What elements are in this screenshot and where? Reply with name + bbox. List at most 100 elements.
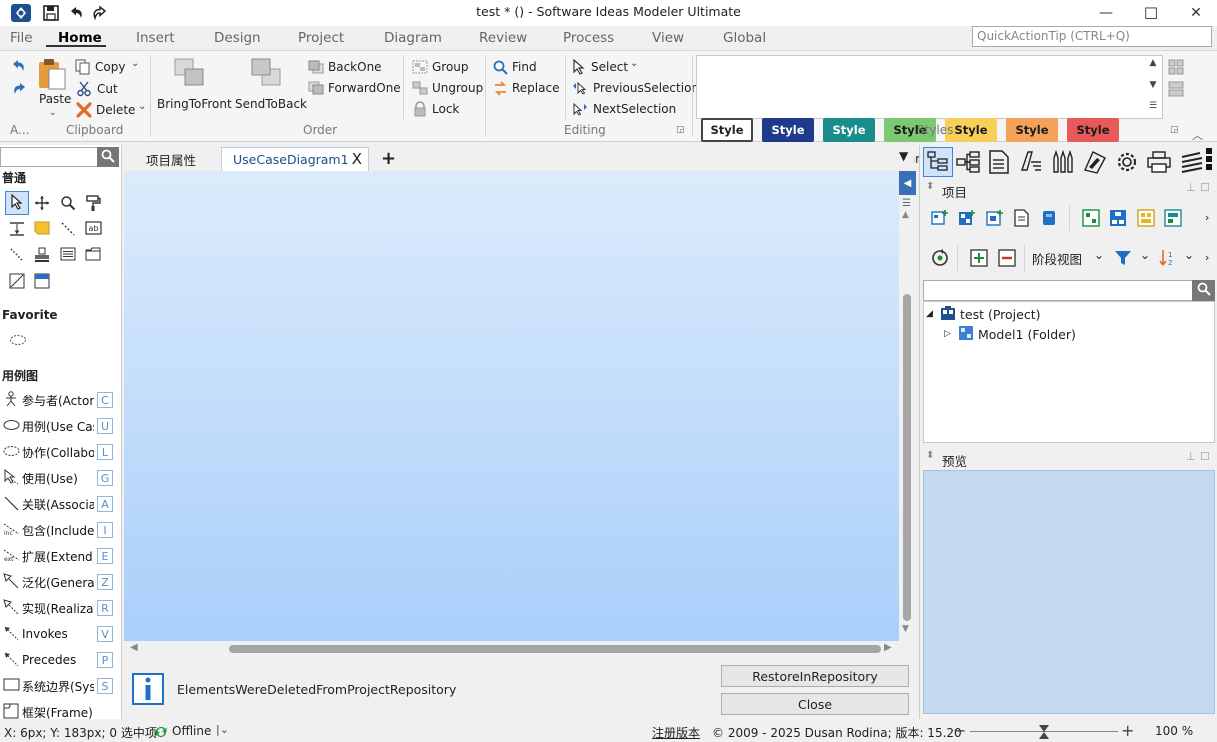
collapse-all-icon[interactable] xyxy=(998,249,1016,270)
note-tool[interactable] xyxy=(34,221,50,238)
menu-project[interactable]: Project xyxy=(298,30,344,46)
expand-all-icon[interactable] xyxy=(970,249,988,270)
menu-file[interactable]: File xyxy=(10,30,33,46)
pin-icon[interactable]: ⊥ xyxy=(1186,450,1196,463)
menu-global[interactable]: Global xyxy=(723,30,766,46)
replace-button[interactable]: Replace xyxy=(512,81,559,95)
hierarchy-icon[interactable] xyxy=(956,151,980,176)
close-tab-icon[interactable]: X xyxy=(352,150,362,168)
delete-button[interactable]: Delete xyxy=(96,103,135,117)
tree-node-project[interactable]: ◢ test (Project) xyxy=(926,304,1041,324)
add-model-icon[interactable] xyxy=(958,209,976,230)
float-panel-icon[interactable]: ☐ xyxy=(1200,450,1210,463)
scroll-left-icon[interactable]: ◀ xyxy=(130,642,138,653)
menu-review[interactable]: Review xyxy=(479,30,527,46)
zoom-out-button[interactable]: − xyxy=(953,721,966,740)
paste-icon[interactable] xyxy=(36,57,68,94)
edit-style-icon[interactable] xyxy=(1083,150,1107,177)
gallery-scroll-up-icon[interactable]: ▲ xyxy=(1146,58,1160,72)
style-preset-button[interactable]: Style xyxy=(762,118,814,142)
horizontal-scroll-thumb[interactable] xyxy=(229,645,881,653)
favorite-ellipse-tool[interactable] xyxy=(9,334,27,349)
document-properties-icon[interactable] xyxy=(988,150,1010,177)
ribbon-redo-icon[interactable] xyxy=(10,81,28,100)
forward-one-button[interactable]: ForwardOne xyxy=(328,81,401,95)
register-link[interactable]: 注册版本 xyxy=(652,724,700,741)
send-to-back-button[interactable]: SendToBack xyxy=(235,97,307,111)
style-preset-button[interactable]: Style xyxy=(701,118,753,142)
preview-area[interactable] xyxy=(923,470,1215,714)
project-explorer-tab[interactable] xyxy=(923,147,953,177)
list-tool[interactable] xyxy=(60,247,76,264)
cut-button[interactable]: Cut xyxy=(97,82,118,96)
container-tool[interactable] xyxy=(85,247,101,264)
diagram-yellow-icon[interactable] xyxy=(1137,209,1155,230)
find-button[interactable]: Find xyxy=(512,60,537,74)
tree-node-model[interactable]: ▷ Model1 (Folder) xyxy=(944,324,1076,344)
pin-icon[interactable]: ⊥ xyxy=(1186,181,1196,194)
toolbar-overflow-icon[interactable]: › xyxy=(1205,251,1209,264)
view-mode-dropdown[interactable]: 阶段视图 ⌄ xyxy=(1032,248,1110,268)
scroll-up-icon[interactable]: ▲ xyxy=(902,210,909,220)
sort-icon[interactable]: 12 xyxy=(1158,248,1176,271)
delete-dropdown-icon[interactable]: ⌄ xyxy=(138,101,146,112)
generalization-tool[interactable]: 泛化(Generalization) Z xyxy=(0,570,118,594)
comment-line-tool[interactable] xyxy=(9,247,25,266)
style-preset-button[interactable]: Style xyxy=(1006,118,1058,142)
zoom-slider-thumb[interactable] xyxy=(1038,724,1050,740)
new-tab-icon[interactable]: + xyxy=(381,148,396,169)
pointer-tool[interactable] xyxy=(5,191,29,215)
copy-button[interactable]: Copy xyxy=(95,60,125,74)
vertical-space-tool[interactable] xyxy=(9,221,25,240)
group-button[interactable]: Group xyxy=(432,60,469,74)
filter-icon[interactable] xyxy=(1114,249,1132,270)
menu-process[interactable]: Process xyxy=(563,30,614,46)
realization-tool[interactable]: 实现(Realization) R xyxy=(0,596,118,620)
ribbon-undo-icon[interactable] xyxy=(10,58,28,77)
stamp-tool[interactable] xyxy=(34,247,50,266)
zoom-tool[interactable] xyxy=(60,195,76,214)
anchor-line-tool[interactable] xyxy=(60,221,76,240)
bring-to-front-button[interactable]: BringToFront xyxy=(157,97,232,111)
paste-button[interactable]: Paste xyxy=(39,92,71,106)
precedes-tool[interactable]: Precedes P xyxy=(0,648,118,672)
menu-diagram[interactable]: Diagram xyxy=(384,30,442,46)
toolbar-overflow-icon[interactable]: › xyxy=(1205,211,1209,224)
select-dropdown-icon[interactable]: ⌄ xyxy=(630,58,638,69)
crayons-icon[interactable] xyxy=(1051,149,1077,177)
quick-action-input[interactable]: QuickActionTip (CTRL+Q) xyxy=(972,26,1212,47)
select-button[interactable]: Select xyxy=(591,60,628,74)
association-tool[interactable]: 关联(Association) A xyxy=(0,492,118,516)
offline-status[interactable]: Offline xyxy=(172,724,211,738)
extend-tool[interactable]: ext 扩展(Extend) E xyxy=(0,544,118,568)
tab-project-properties[interactable]: 项目属性 xyxy=(124,147,218,171)
toolbox-search-input[interactable] xyxy=(0,147,98,167)
close-notification-button[interactable]: Close xyxy=(721,693,909,715)
paste-dropdown-icon[interactable]: ⌄ xyxy=(49,108,57,118)
text-box-tool[interactable]: ab xyxy=(85,221,102,238)
add-diagram-icon[interactable] xyxy=(931,209,949,230)
zoom-in-button[interactable]: + xyxy=(1121,721,1134,740)
move-tool[interactable] xyxy=(34,195,50,214)
minimize-button[interactable]: — xyxy=(1083,0,1129,26)
system-boundary-tool[interactable]: 系统边界(System) S xyxy=(0,674,118,698)
scroll-right-icon[interactable]: ▶ xyxy=(884,642,892,653)
vertical-scroll-thumb[interactable] xyxy=(903,294,911,621)
close-window-button[interactable]: ✕ xyxy=(1173,0,1217,26)
more-tabs-icon[interactable] xyxy=(1206,148,1214,176)
printer-icon[interactable] xyxy=(1147,151,1171,176)
menu-insert[interactable]: Insert xyxy=(136,30,175,46)
maximize-button[interactable]: ☐ xyxy=(1128,0,1174,26)
copy-dropdown-icon[interactable]: ⌄ xyxy=(131,58,139,69)
layout-icon-2[interactable] xyxy=(1168,81,1184,100)
layers-icon[interactable] xyxy=(1180,151,1204,176)
diagram-tree-icon[interactable] xyxy=(1109,209,1127,230)
toolbox-search-button[interactable] xyxy=(97,147,119,167)
settings-gear-icon[interactable] xyxy=(1116,151,1138,176)
window-tool[interactable] xyxy=(34,273,50,292)
refresh-icon[interactable] xyxy=(931,249,949,270)
back-one-button[interactable]: BackOne xyxy=(328,60,382,74)
status-dropdown-icon[interactable]: |⌄ xyxy=(216,723,229,736)
menu-view[interactable]: View xyxy=(652,30,684,46)
style-preset-button[interactable]: Style xyxy=(823,118,875,142)
